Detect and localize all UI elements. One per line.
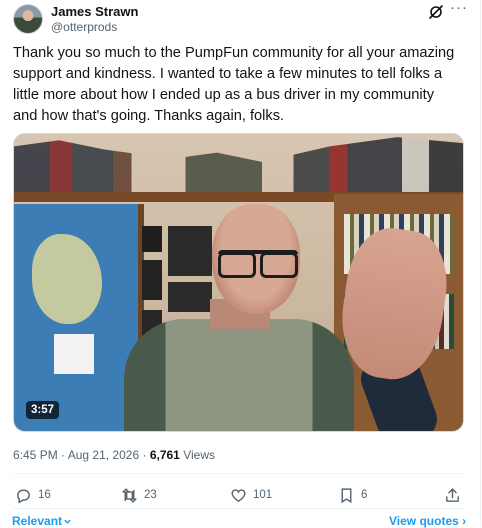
video-person-glasses [218,250,298,278]
avatar[interactable] [13,4,43,34]
grok-icon[interactable] [428,4,444,20]
reply-button[interactable]: 16 [15,486,51,504]
retweet-icon [122,487,137,503]
video-player[interactable]: 3:57 [13,133,464,432]
divider [13,473,465,474]
views-label: Views [183,448,215,462]
share-icon [446,487,459,502]
divider [13,508,465,509]
video-person-body [124,319,354,431]
tweet-time[interactable]: 6:45 PM [13,448,58,462]
like-button[interactable]: 101 [230,486,272,504]
author-name[interactable]: James Strawn [51,4,138,20]
share-button[interactable] [444,486,467,504]
like-icon [231,488,246,502]
tweet-card: James Strawn @otterprods ··· Thank you s… [0,0,481,528]
tweet-meta: 6:45 PM · Aug 21, 2026 · 6,761 Views [13,448,215,463]
meta-separator: · [61,448,66,462]
reply-count: 16 [38,489,51,501]
bookmark-icon [341,487,352,503]
tweet-text: Thank you so much to the PumpFun communi… [13,45,455,124]
retweet-count: 23 [144,489,157,501]
reply-icon [17,488,30,503]
views-count: 6,761 [149,448,180,462]
chevron-down-icon [64,520,71,525]
bookmark-count: 6 [361,489,368,501]
tweet-date[interactable]: Aug 21, 2026 [68,448,139,462]
more-icon[interactable]: ··· [450,0,468,18]
bookmark-button[interactable]: 6 [338,486,367,504]
meta-separator: · [142,448,147,462]
retweet-button[interactable]: 23 [121,486,157,504]
video-duration-badge: 3:57 [26,401,60,419]
like-count: 101 [253,489,273,501]
author-handle[interactable]: @otterprods [51,20,117,35]
